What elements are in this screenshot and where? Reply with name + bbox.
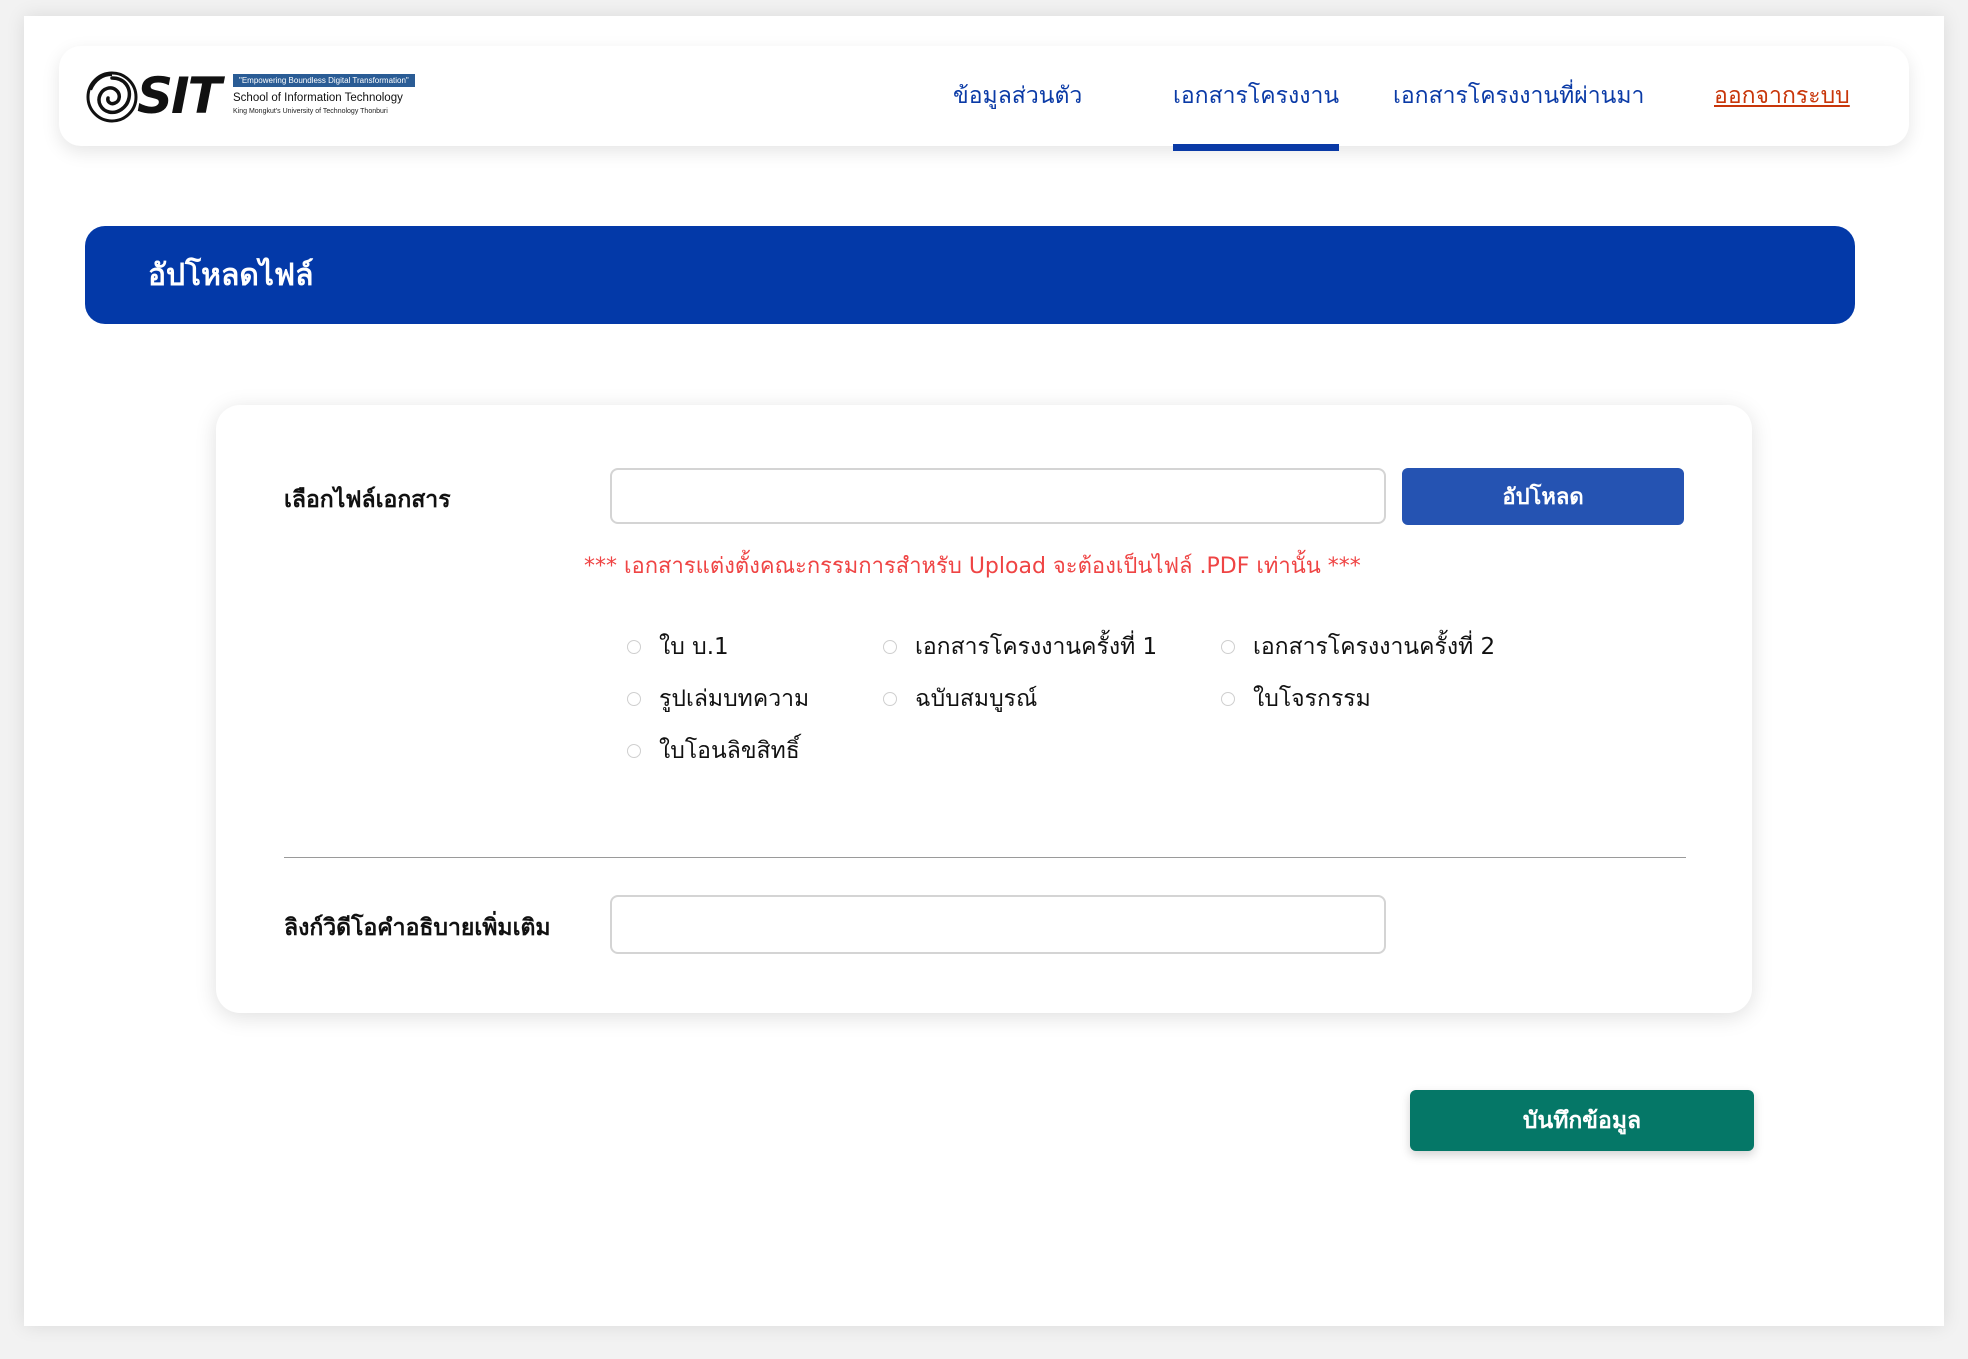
save-button[interactable]: บันทึกข้อมูล <box>1410 1090 1754 1151</box>
logout-link[interactable]: ออกจากระบบ <box>1714 76 1850 116</box>
logo-tagline: "Empowering Boundless Digital Transforma… <box>233 74 415 87</box>
logo-brand: SIT <box>137 67 222 125</box>
radio-button[interactable] <box>627 744 641 758</box>
doc-type-label: ใบโจรกรรม <box>1253 686 1371 712</box>
nav-personal-info[interactable]: ข้อมูลส่วนตัว <box>953 76 1082 116</box>
doc-type-label: รูปเล่มบทความ <box>659 686 810 712</box>
video-link-input[interactable] <box>610 895 1386 954</box>
file-select-input[interactable] <box>610 468 1386 524</box>
doc-type-label: ใบ บ.1 <box>659 634 729 660</box>
radio-button[interactable] <box>1221 692 1235 706</box>
upload-button[interactable]: อัปโหลด <box>1402 468 1684 525</box>
nav-project-documents[interactable]: เอกสารโครงงาน <box>1173 76 1340 151</box>
upload-form-card: เลือกไฟล์เอกสาร อัปโหลด *** เอกสารแต่งตั… <box>216 405 1752 1013</box>
doc-type-option[interactable]: ฉบับสมบูรณ์ <box>883 681 1037 717</box>
doc-type-label: ใบโอนลิขสิทธิ์ <box>659 738 800 764</box>
logo-university-name: King Mongkut's University of Technology … <box>233 108 388 115</box>
top-navbar: SIT "Empowering Boundless Digital Transf… <box>59 46 1909 151</box>
page-title: อัปโหลดไฟล์ <box>148 258 314 293</box>
radio-button[interactable] <box>883 640 897 654</box>
radio-button[interactable] <box>883 692 897 706</box>
doc-type-option[interactable]: เอกสารโครงงานครั้งที่ 1 <box>883 629 1157 665</box>
page-banner: อัปโหลดไฟล์ <box>85 226 1855 324</box>
logo-school-name: School of Information Technology <box>233 92 403 104</box>
doc-type-label: เอกสารโครงงานครั้งที่ 2 <box>1253 634 1496 660</box>
doc-type-label: เอกสารโครงงานครั้งที่ 1 <box>915 634 1158 660</box>
pdf-only-warning: *** เอกสารแต่งตั้งคณะกรรมการสำหรับ Uploa… <box>584 554 1361 579</box>
doc-type-option[interactable]: รูปเล่มบทความ <box>627 681 809 717</box>
doc-type-label: ฉบับสมบูรณ์ <box>915 686 1038 712</box>
page: SIT "Empowering Boundless Digital Transf… <box>24 16 1944 1326</box>
video-link-label: ลิงก์วิดีโอคำอธิบายเพิ่มเติม <box>284 915 551 941</box>
sit-logo[interactable]: SIT "Empowering Boundless Digital Transf… <box>85 67 425 125</box>
sit-swirl-logo-icon <box>86 71 138 123</box>
section-divider <box>284 857 1686 858</box>
radio-button[interactable] <box>627 692 641 706</box>
doc-type-option[interactable]: เอกสารโครงงานครั้งที่ 2 <box>1221 629 1495 665</box>
doc-type-option[interactable]: ใบโจรกรรม <box>1221 681 1371 717</box>
radio-button[interactable] <box>627 640 641 654</box>
doc-type-option[interactable]: ใบโอนลิขสิทธิ์ <box>627 733 800 769</box>
file-select-label: เลือกไฟล์เอกสาร <box>284 487 451 513</box>
radio-button[interactable] <box>1221 640 1235 654</box>
doc-type-option[interactable]: ใบ บ.1 <box>627 629 729 665</box>
nav-past-project-documents[interactable]: เอกสารโครงงานที่ผ่านมา <box>1393 76 1644 116</box>
